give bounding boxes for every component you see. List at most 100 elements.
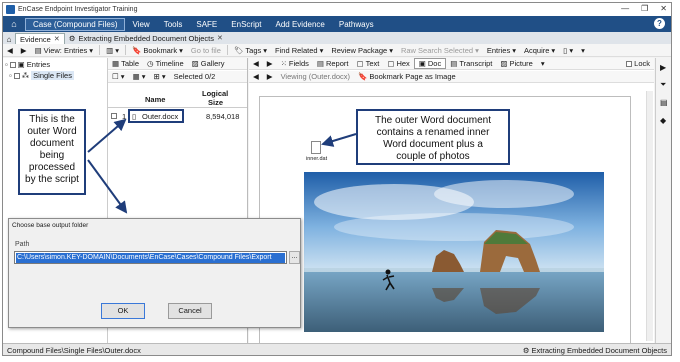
tree-item-single-files[interactable]: ▫ ⁂ Single Files (9, 71, 74, 80)
select-all-icon[interactable]: ☐ ▾ (108, 72, 129, 81)
menu-safe[interactable]: SAFE (189, 20, 224, 29)
folder-icon: ▣ (17, 60, 25, 69)
viewer-scrollbar[interactable] (646, 91, 653, 341)
tab-extracting-label: Extracting Embedded Document Objects (78, 34, 214, 43)
notes-icon[interactable]: ▤ (660, 98, 668, 107)
menu-add-evidence[interactable]: Add Evidence (269, 20, 332, 29)
tab-fields[interactable]: ⁙ Fields (277, 59, 313, 68)
bookmark-button[interactable]: 🔖 Bookmark ▾ (128, 46, 187, 55)
path-input-value: C:\Users\simon.KEY-DOMAIN\Documents\EnCa… (16, 253, 285, 263)
tab-gallery-label: Gallery (200, 59, 225, 68)
title-bar: EnCase Endpoint Investigator Training — … (3, 3, 671, 16)
callout-outer-document: This is the outer Word document being pr… (18, 109, 86, 195)
browse-button[interactable]: ... (289, 251, 300, 264)
callout-right-line: Word document plus a (383, 139, 483, 150)
bookmark-page-button[interactable]: 🔖 Bookmark Page as Image (354, 72, 460, 81)
viewer-forward-icon[interactable]: ▶ (263, 59, 277, 68)
raw-search-selected-button[interactable]: Raw Search Selected ▾ (397, 46, 483, 55)
menu-case[interactable]: Case (Compound Files) (25, 17, 126, 31)
home-icon[interactable]: ⌂ (7, 19, 21, 30)
callout-left-line: being (39, 150, 65, 161)
tab-text[interactable]: ▢ Text (352, 59, 383, 68)
separator (99, 45, 101, 55)
tab-doc[interactable]: ▣ Doc (413, 58, 447, 69)
tab-transcript[interactable]: ▤ Transcript (446, 59, 496, 68)
cancel-button[interactable]: Cancel (168, 303, 212, 319)
ok-button[interactable]: OK (101, 303, 145, 319)
viewer-options-icon[interactable]: ▾ (537, 59, 549, 68)
hex-icon: ▢ (387, 59, 395, 68)
device-icon[interactable]: ▯ ▾ (559, 46, 577, 55)
minimize-button[interactable]: — (621, 4, 629, 13)
menu-enscript[interactable]: EnScript (224, 20, 268, 29)
tab-transcript-label: Transcript (459, 59, 493, 68)
more-options-icon[interactable]: ▾ (577, 46, 589, 55)
tab-gallery[interactable]: ▨ Gallery (188, 59, 229, 68)
tab-hex[interactable]: ▢ Hex (383, 59, 413, 68)
go-to-file-button[interactable]: Go to file (187, 46, 225, 55)
viewer-nav-back-icon[interactable]: ◀ (249, 72, 263, 81)
tags-label: Tags (245, 45, 262, 55)
row-index: 1 (122, 112, 127, 121)
tab-report[interactable]: ▤ Report (313, 59, 353, 68)
view-entries-button[interactable]: ▤ View: Entries ▾ (31, 46, 98, 55)
review-package-button[interactable]: Review Package ▾ (327, 46, 397, 55)
menu-tools[interactable]: Tools (157, 20, 190, 29)
tab-evidence-close-icon[interactable]: ✕ (54, 34, 60, 45)
tab-picture-label: Picture (509, 59, 533, 68)
separator (125, 45, 126, 55)
filter-icon[interactable]: ⊞ ▾ (150, 72, 170, 81)
find-related-button[interactable]: Find Related ▾ (271, 46, 327, 55)
columns-icon[interactable]: ▦ ▾ (129, 72, 150, 81)
viewer-back-icon[interactable]: ◀ (249, 59, 263, 68)
path-input[interactable]: C:\Users\simon.KEY-DOMAIN\Documents\EnCa… (14, 251, 287, 264)
nav-forward-icon[interactable]: ▶ (17, 46, 31, 55)
tab-picture[interactable]: ▨ Picture (496, 59, 536, 68)
filter-funnel-icon[interactable]: ⏷ (660, 80, 666, 90)
acquire-button[interactable]: Acquire ▾ (520, 46, 559, 55)
tab-timeline[interactable]: ◷ Timeline (143, 59, 188, 68)
go-to-file-label: Go to file (190, 45, 221, 55)
fields-icon: ⁙ (280, 59, 287, 68)
menu-pathways[interactable]: Pathways (332, 20, 381, 29)
tab-table[interactable]: ▦ Table (108, 59, 143, 68)
tags-button[interactable]: 🏷 Tags ▾ (230, 46, 271, 55)
tree-item-entries[interactable]: ▫ ▣ Entries (5, 60, 50, 69)
sidebar-nav-icon[interactable]: ▶ (660, 63, 666, 72)
help-icon[interactable]: ? (654, 18, 665, 29)
lock-checkbox[interactable] (626, 60, 633, 67)
col-header-size-line1[interactable]: Logical (202, 89, 228, 98)
nav-back-icon[interactable]: ◀ (3, 46, 17, 55)
close-button[interactable]: ✕ (660, 4, 667, 13)
home-tab-icon[interactable]: ⌂ (3, 35, 15, 44)
tag-side-icon[interactable]: ◆ (660, 116, 666, 125)
viewer-nav-forward-icon[interactable]: ▶ (263, 72, 277, 81)
tab-extracting-close-icon[interactable]: ✕ (217, 33, 223, 44)
callout-left-line: This is the (29, 114, 75, 125)
table-row[interactable]: 1 ▯ Outer.docx 8,594,018 (108, 109, 247, 123)
viewer-panel: ◀ ▶ ⁙ Fields ▤ Report ▢ Text ▢ Hex ▣ Doc ▤ Tra… (249, 58, 654, 355)
tab-extracting[interactable]: ⚙ Extracting Embedded Document Objects ✕ (65, 33, 227, 44)
restore-button[interactable]: ❐ (641, 4, 648, 13)
col-header-size-line2[interactable]: Size (208, 98, 223, 107)
lock-toggle[interactable]: Lock (622, 59, 654, 68)
text-icon: ▢ (356, 59, 364, 68)
col-header-name[interactable]: Name (145, 95, 165, 104)
file-icon[interactable] (311, 141, 321, 154)
right-sidebar: ▶ ⏷ ▤ ◆ (655, 58, 671, 343)
menu-view[interactable]: View (125, 20, 156, 29)
tab-evidence[interactable]: Evidence ✕ (15, 33, 65, 44)
tree-item-single-files-label: Single Files (31, 71, 74, 80)
tab-table-label: Table (121, 59, 140, 68)
callout-left-line: outer Word (27, 126, 77, 137)
row-checkbox[interactable] (111, 113, 117, 119)
tab-text-label: Text (365, 59, 380, 68)
split-icon[interactable]: ▥ ▾ (102, 46, 123, 55)
document-icon: ▯ (132, 112, 137, 121)
entries-button[interactable]: Entries ▾ (483, 46, 520, 55)
acquire-label: Acquire (523, 45, 550, 55)
tree-checkbox[interactable] (9, 61, 16, 68)
tree-expand-icon[interactable]: ▫ (9, 71, 12, 80)
tree-expand-icon[interactable]: ▫ (5, 60, 8, 69)
tree-checkbox[interactable] (13, 72, 20, 79)
